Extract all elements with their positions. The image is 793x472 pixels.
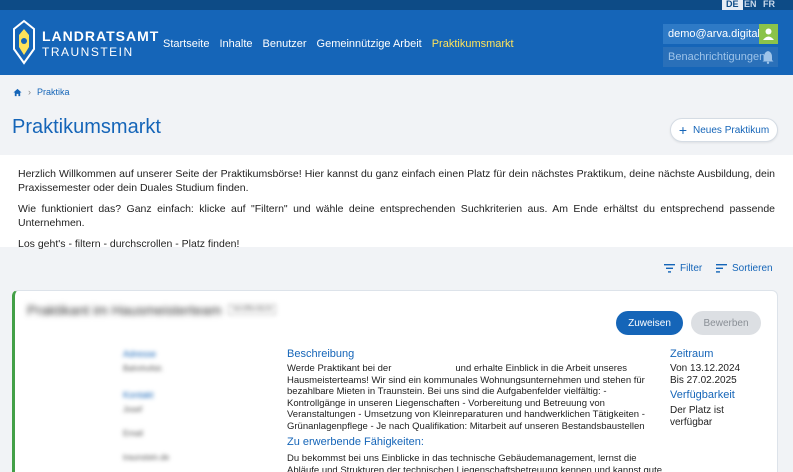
breadcrumb-separator: › <box>28 87 31 97</box>
nav-praktikumsmarkt[interactable]: Praktikumsmarkt <box>432 38 514 50</box>
user-email: demo@arva.digital <box>668 28 760 40</box>
bell-icon <box>762 51 774 64</box>
period-heading: Zeitraum <box>670 348 714 360</box>
apply-button[interactable]: Bewerben <box>691 311 761 335</box>
language-de[interactable]: DE <box>722 0 743 10</box>
language-fr[interactable]: FR <box>763 0 775 10</box>
internship-title[interactable]: Praktikant im Hausmeisterteam <box>27 302 222 318</box>
status-badge: Veröffentlicht <box>228 304 277 315</box>
skills-heading: Zu erwerbende Fähigkeiten: <box>287 436 424 448</box>
brand-name[interactable]: LANDRATSAMT <box>42 28 159 44</box>
intro-call-to-action: Los geht's - filtern - durchscrollen - P… <box>18 238 240 250</box>
notifications-label: Benachrichtigungen <box>668 51 766 63</box>
period-to: Bis 27.02.2025 <box>670 375 737 386</box>
main-nav: Startseite Inhalte Benutzer Gemeinnützig… <box>163 38 514 50</box>
language-en[interactable]: EN <box>744 0 757 10</box>
contact-email[interactable]: Email <box>123 429 143 438</box>
user-icon <box>759 24 778 44</box>
contact-website[interactable]: traunstein.de <box>123 453 169 462</box>
breadcrumb-praktika[interactable]: Praktika <box>37 87 70 97</box>
nav-startseite[interactable]: Startseite <box>163 38 209 50</box>
new-internship-label: Neues Praktikum <box>693 124 770 136</box>
home-icon[interactable] <box>13 88 22 97</box>
assign-button[interactable]: Zuweisen <box>616 311 683 335</box>
new-internship-button[interactable]: + Neues Praktikum <box>670 118 778 142</box>
availability-text: Der Platz ist verfügbar <box>670 405 724 428</box>
sort-label: Sortieren <box>732 263 773 274</box>
intro-how-it-works: Wie funktioniert das? Ganz einfach: klic… <box>18 203 775 229</box>
intro-section: Herzlich Willkommen auf unserer Seite de… <box>0 155 793 250</box>
period-from: Von 13.12.2024 <box>670 363 741 374</box>
language-bar: DE EN FR <box>0 0 793 10</box>
plus-icon: + <box>678 122 688 138</box>
address-label: Adresse <box>123 349 157 359</box>
breadcrumb: › Praktika <box>13 87 70 97</box>
brand-subtitle: TRAUNSTEIN <box>42 45 134 59</box>
availability-heading: Verfügbarkeit <box>670 389 735 401</box>
filter-button[interactable]: Filter <box>664 263 702 274</box>
internship-card: Praktikant im Hausmeisterteam Veröffentl… <box>12 290 778 472</box>
contact-name: Josef <box>123 405 143 414</box>
contact-label: Kontakt <box>123 390 154 400</box>
page-title: Praktikumsmarkt <box>12 116 161 138</box>
description-heading: Beschreibung <box>287 348 355 360</box>
top-header: LANDRATSAMT TRAUNSTEIN Startseite Inhalt… <box>0 10 793 75</box>
description-intro: Werde Praktikant bei der <box>287 363 392 374</box>
skills-text: Du bekommst bei uns Einblicke in das tec… <box>287 453 662 472</box>
nav-benutzer[interactable]: Benutzer <box>263 38 307 50</box>
notifications-button[interactable]: Benachrichtigungen <box>663 47 778 67</box>
sort-button[interactable]: Sortieren <box>716 263 773 274</box>
filter-label: Filter <box>680 263 703 274</box>
nav-inhalte[interactable]: Inhalte <box>219 38 252 50</box>
logo-crest-icon[interactable] <box>12 19 36 65</box>
user-menu[interactable]: demo@arva.digital <box>663 24 778 44</box>
nav-gemeinnuetzige-arbeit[interactable]: Gemeinnützige Arbeit <box>317 38 422 50</box>
sort-icon <box>716 264 727 273</box>
description-text: Werde Praktikant bei der und erhalte Einb… <box>287 363 663 433</box>
address-value: Bahnhofstr. <box>123 364 164 373</box>
filter-icon <box>664 264 675 273</box>
intro-welcome: Herzlich Willkommen auf unserer Seite de… <box>18 168 775 194</box>
